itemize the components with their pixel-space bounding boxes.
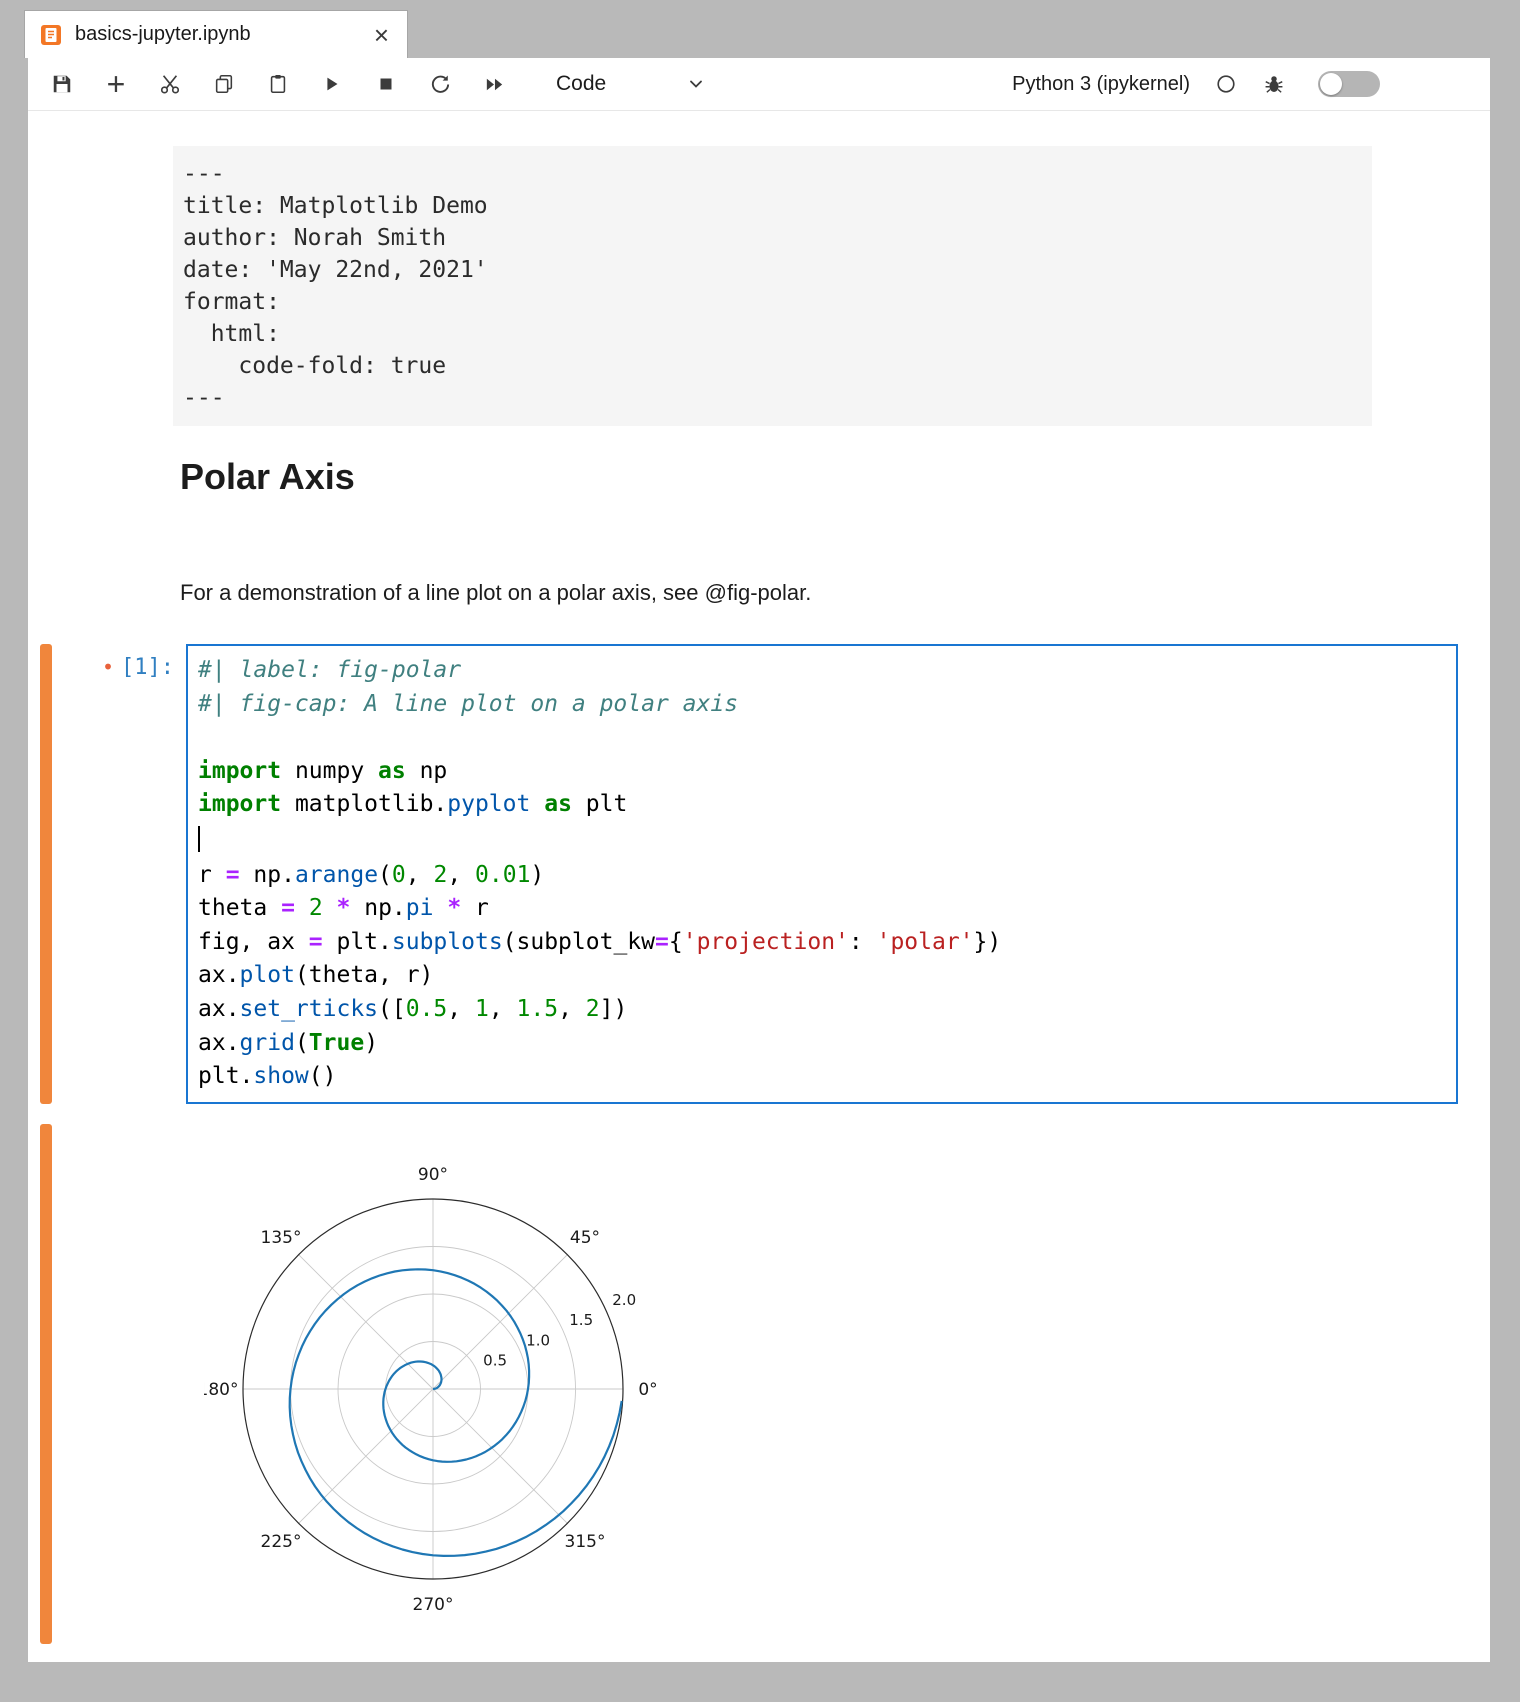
- notebook-toolbar: +: [28, 58, 1490, 111]
- execution-prompt: • [1]:: [74, 654, 174, 681]
- output-cell: 0° 45° 90° 135° 180° 225° 270° 315° 0.5 1.0 1.5 2.0: [186, 1118, 1458, 1649]
- copy-icon: [213, 73, 235, 95]
- paste-cells-button[interactable]: [258, 64, 298, 104]
- dirty-indicator-icon: •: [102, 655, 114, 679]
- svg-text:0.5: 0.5: [483, 1351, 507, 1369]
- output-collapser[interactable]: [40, 1124, 52, 1644]
- restart-run-all-button[interactable]: [474, 64, 514, 104]
- notebook-window: +: [28, 58, 1490, 1662]
- restart-kernel-button[interactable]: [420, 64, 460, 104]
- toggle-knob: [1320, 73, 1342, 95]
- raw-cell[interactable]: --- title: Matplotlib Demo author: Norah…: [173, 146, 1372, 426]
- svg-text:270°: 270°: [413, 1595, 454, 1615]
- cell-collapser[interactable]: [40, 644, 52, 1104]
- copy-cells-button[interactable]: [204, 64, 244, 104]
- svg-text:225°: 225°: [261, 1532, 302, 1552]
- tab-bar: basics-jupyter.ipynb ×: [0, 0, 1520, 58]
- plus-icon: +: [107, 68, 126, 100]
- kernel-status-button[interactable]: [1206, 64, 1246, 104]
- debugger-button[interactable]: [1254, 64, 1294, 104]
- notebook-tab[interactable]: basics-jupyter.ipynb ×: [24, 10, 408, 58]
- toggle-switch[interactable]: [1318, 71, 1380, 97]
- cell-type-dropdown[interactable]: Code: [556, 72, 706, 96]
- chevron-down-icon: [686, 74, 706, 94]
- run-icon: [321, 73, 343, 95]
- output-area: 0° 45° 90° 135° 180° 225° 270° 315° 0.5 1.0 1.5 2.0: [204, 1118, 1458, 1649]
- code-lines: #| label: fig-polar#| fig-cap: A line pl…: [198, 654, 1446, 1094]
- svg-text:0°: 0°: [638, 1380, 657, 1400]
- tab-title: basics-jupyter.ipynb: [75, 23, 374, 46]
- bug-icon: [1263, 73, 1285, 95]
- cell-type-value: Code: [556, 72, 606, 96]
- svg-text:1.0: 1.0: [526, 1331, 550, 1349]
- svg-text:1.5: 1.5: [569, 1311, 593, 1329]
- svg-text:2.0: 2.0: [612, 1291, 636, 1309]
- add-cell-button[interactable]: +: [96, 64, 136, 104]
- save-icon: [51, 73, 73, 95]
- cut-icon: [159, 73, 181, 95]
- run-all-icon: [483, 73, 506, 96]
- code-editor[interactable]: #| label: fig-polar#| fig-cap: A line pl…: [186, 644, 1458, 1104]
- code-cell: •[1]: #| label: fig-polar#| fig-cap: A l…: [186, 644, 1458, 1104]
- text-cursor: [198, 826, 200, 852]
- interrupt-kernel-button[interactable]: [366, 64, 406, 104]
- execution-count: [1]:: [121, 655, 174, 680]
- stop-icon: [375, 73, 397, 95]
- svg-text:45°: 45°: [570, 1228, 600, 1248]
- tab-close-icon[interactable]: ×: [374, 22, 389, 48]
- restart-icon: [429, 73, 452, 96]
- paste-icon: [267, 73, 289, 95]
- markdown-heading: Polar Axis: [180, 456, 1490, 498]
- cut-cells-button[interactable]: [150, 64, 190, 104]
- svg-text:135°: 135°: [261, 1228, 302, 1248]
- kernel-name[interactable]: Python 3 (ipykernel): [1012, 73, 1190, 96]
- jupyterlab-screen: basics-jupyter.ipynb × +: [0, 0, 1520, 1702]
- kernel-status-icon: [1215, 73, 1237, 95]
- raw-cell-text: --- title: Matplotlib Demo author: Norah…: [183, 158, 1362, 414]
- svg-text:90°: 90°: [418, 1165, 448, 1185]
- markdown-cell[interactable]: Polar Axis For a demonstration of a line…: [28, 456, 1490, 608]
- notebook-file-icon: [39, 23, 63, 47]
- notebook-content: --- title: Matplotlib Demo author: Norah…: [28, 111, 1490, 1662]
- svg-text:180°: 180°: [204, 1380, 238, 1400]
- markdown-paragraph: For a demonstration of a line plot on a …: [180, 578, 1490, 608]
- save-button[interactable]: [42, 64, 82, 104]
- run-cell-button[interactable]: [312, 64, 352, 104]
- svg-text:315°: 315°: [565, 1532, 606, 1552]
- polar-plot: 0° 45° 90° 135° 180° 225° 270° 315° 0.5 1.0 1.5 2.0: [204, 1124, 724, 1644]
